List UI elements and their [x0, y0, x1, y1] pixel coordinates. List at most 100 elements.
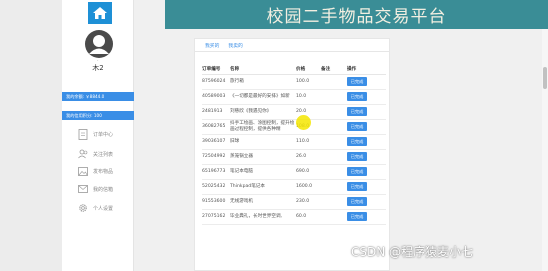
table-row: 65196773 笔记本电脑 690.0 已完成: [202, 164, 386, 180]
menu-item-mailbox[interactable]: 我的信箱: [78, 182, 134, 196]
col-header-note: 备注: [321, 65, 347, 75]
price-cell: 10.0: [296, 89, 321, 105]
col-header-name: 名称: [230, 65, 296, 75]
username: 木2: [92, 64, 104, 72]
table-row: 52025432 Thinkpad笔记本 1600.0 已完成: [202, 179, 386, 195]
image-icon: [78, 166, 88, 176]
item-name-cell: 抖手工绘画、涂图控制，提升绘画过程控制，提供各种精: [230, 119, 296, 135]
completed-button[interactable]: 已完成: [347, 182, 367, 191]
table-row: 2481913 刘慈欣《我遇见你》 20.0 已完成: [202, 104, 386, 120]
action-cell: 已完成: [347, 149, 386, 165]
action-cell: 已完成: [347, 119, 386, 135]
action-cell: 已完成: [347, 134, 386, 150]
order-id-cell: 72504992: [202, 149, 230, 165]
completed-button[interactable]: 已完成: [347, 152, 367, 161]
item-name-cell: 毕业典礼，长时世界空调,: [230, 209, 296, 225]
completed-button[interactable]: 已完成: [347, 107, 367, 116]
price-cell: 60.0: [296, 209, 321, 225]
price-cell: 690.0: [296, 164, 321, 180]
order-id-cell: 65196773: [202, 164, 230, 180]
completed-button[interactable]: 已完成: [347, 197, 367, 206]
col-header-order-id: 订单编号: [202, 65, 230, 75]
table-row: 87596024 旅行箱 100.0 已完成: [202, 74, 386, 90]
order-id-cell: 40589003: [202, 89, 230, 105]
order-id-cell: 91553600: [202, 194, 230, 210]
note-cell: [321, 119, 347, 135]
item-name-cell: 刘慈欣《我遇见你》: [230, 104, 296, 120]
item-name-cell: 蒸笼锅立器: [230, 149, 296, 165]
header-banner: 校园二手物品交易平台: [165, 0, 548, 29]
table-row: 72504992 蒸笼锅立器 26.0 已完成: [202, 149, 386, 165]
orders-table-body: 87596024 旅行箱 100.0 已完成 40589003 《一切都是最好的安排》如新…: [202, 74, 386, 225]
item-name-cell: 无线游戏机: [230, 194, 296, 210]
order-id-cell: 36082765: [202, 119, 230, 135]
order-id-cell: 27075162: [202, 209, 230, 225]
table-row: 91553600 无线游戏机 230.0 已完成: [202, 194, 386, 210]
completed-button[interactable]: 已完成: [347, 77, 367, 86]
balance-badge: 我的余额: ￥8844.0: [62, 92, 134, 101]
price-cell: 1600.0: [296, 179, 321, 195]
price-cell: 230.0: [296, 194, 321, 210]
col-header-action: 操作: [347, 65, 386, 75]
scrollbar[interactable]: [542, 29, 548, 271]
cursor-highlight: [296, 115, 311, 130]
tab-bought[interactable]: 我买的: [205, 42, 219, 49]
action-cell: 已完成: [347, 179, 386, 195]
action-cell: 已完成: [347, 164, 386, 180]
table-row: 39036107 旧球 110.0 已完成: [202, 134, 386, 150]
order-id-cell: 2481913: [202, 104, 230, 120]
menu-item-orders[interactable]: 订单中心: [78, 127, 134, 141]
menu-item-settings[interactable]: 个人设置: [78, 201, 134, 215]
credit-badge: 我的信用积分: 100: [62, 111, 134, 120]
mail-icon: [78, 185, 88, 193]
note-cell: [321, 104, 347, 120]
page-title: 校园二手物品交易平台: [266, 7, 447, 27]
item-name-cell: 旅行箱: [230, 74, 296, 90]
home-icon: [93, 7, 107, 19]
item-name-cell: 笔记本电脑: [230, 164, 296, 180]
price-cell: 100.0: [296, 74, 321, 90]
gear-icon: [79, 204, 87, 212]
avatar[interactable]: [84, 29, 114, 59]
completed-button[interactable]: 已完成: [347, 212, 367, 221]
completed-button[interactable]: 已完成: [347, 167, 367, 176]
price-cell: 26.0: [296, 149, 321, 165]
order-id-cell: 87596024: [202, 74, 230, 90]
note-cell: [321, 89, 347, 105]
table-header-row: 订单编号 名称 价格 备注 操作: [202, 65, 386, 75]
note-cell: [321, 164, 347, 180]
scrollbar-thumb[interactable]: [543, 67, 547, 89]
orders-table: 订单编号 名称 价格 备注 操作 87596024 旅行箱 100.0 已完成 4058…: [202, 65, 386, 225]
watermark: CSDN @程序猿麦小七: [351, 245, 474, 259]
tab-sold[interactable]: 我卖的: [228, 42, 242, 49]
item-name-cell: 旧球: [230, 134, 296, 150]
action-cell: 已完成: [347, 209, 386, 225]
menu-label-publish: 发布物品: [93, 168, 114, 175]
note-cell: [321, 134, 347, 150]
completed-button[interactable]: 已完成: [347, 137, 367, 146]
completed-button[interactable]: 已完成: [347, 92, 367, 101]
note-cell: [321, 209, 347, 225]
menu-item-publish[interactable]: 发布物品: [78, 164, 134, 178]
left-gutter: [0, 0, 62, 271]
completed-button[interactable]: 已完成: [347, 122, 367, 131]
item-name-cell: Thinkpad笔记本: [230, 179, 296, 195]
orders-panel: 我买的 我卖的 订单编号 名称 价格 备注 操作 87596024 旅行箱 100.…: [194, 38, 390, 271]
users-icon: [78, 149, 88, 159]
menu-item-follow[interactable]: 关注列表: [78, 147, 134, 161]
home-logo[interactable]: [88, 2, 112, 24]
menu-label-orders: 订单中心: [93, 131, 114, 138]
order-id-cell: 52025432: [202, 179, 230, 195]
item-name-cell: 《一切都是最好的安排》如新: [230, 89, 296, 105]
action-cell: 已完成: [347, 194, 386, 210]
order-tabs: 我买的 我卖的: [195, 39, 389, 52]
menu-label-mailbox: 我的信箱: [93, 186, 114, 193]
action-cell: 已完成: [347, 104, 386, 120]
table-row: 36082765抖手工绘画、涂图控制，提升绘画过程控制，提供各种精108.0已完…: [202, 119, 386, 135]
table-row: 40589003 《一切都是最好的安排》如新 10.0 已完成: [202, 89, 386, 105]
note-cell: [321, 74, 347, 90]
note-cell: [321, 149, 347, 165]
user-avatar-icon: [85, 30, 113, 58]
document-icon: [78, 128, 88, 140]
action-cell: 已完成: [347, 74, 386, 90]
